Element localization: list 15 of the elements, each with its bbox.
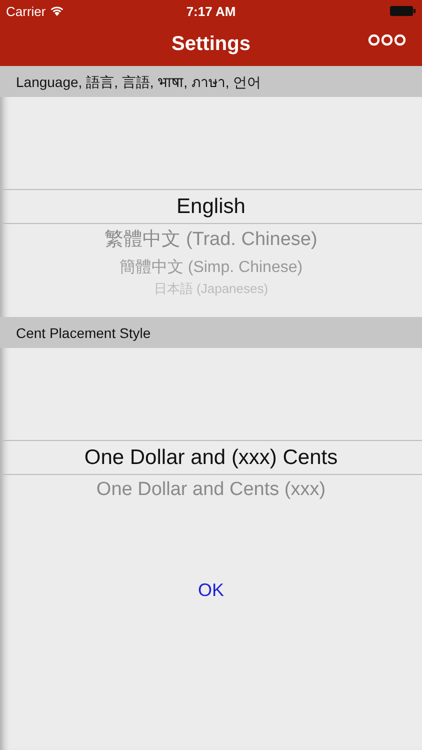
section-header: Language, 語言, 言語, भाषा, ภาษา, 언어 bbox=[0, 66, 422, 97]
picker-option[interactable]: English bbox=[176, 194, 246, 218]
more-button[interactable] bbox=[366, 32, 408, 48]
picker-option[interactable]: One Dollar and (xxx) Cents bbox=[84, 446, 338, 470]
carrier-label: Carrier bbox=[6, 4, 46, 18]
status-time: 7:17 AM bbox=[186, 4, 236, 18]
wifi-icon bbox=[50, 6, 64, 16]
ok-button[interactable]: OK bbox=[190, 576, 232, 605]
picker-option[interactable]: One Dollar and Cents (xxx) bbox=[96, 479, 326, 501]
picker-option[interactable]: 簡體中文 (Simp. Chinese) bbox=[119, 256, 303, 278]
battery-icon bbox=[390, 6, 416, 16]
section-header: Cent Placement Style bbox=[0, 317, 422, 348]
more-icon bbox=[368, 34, 406, 46]
nav-title: Settings bbox=[172, 32, 250, 56]
picker-option[interactable]: 繁體中文 (Trad. Chinese) bbox=[104, 226, 318, 252]
